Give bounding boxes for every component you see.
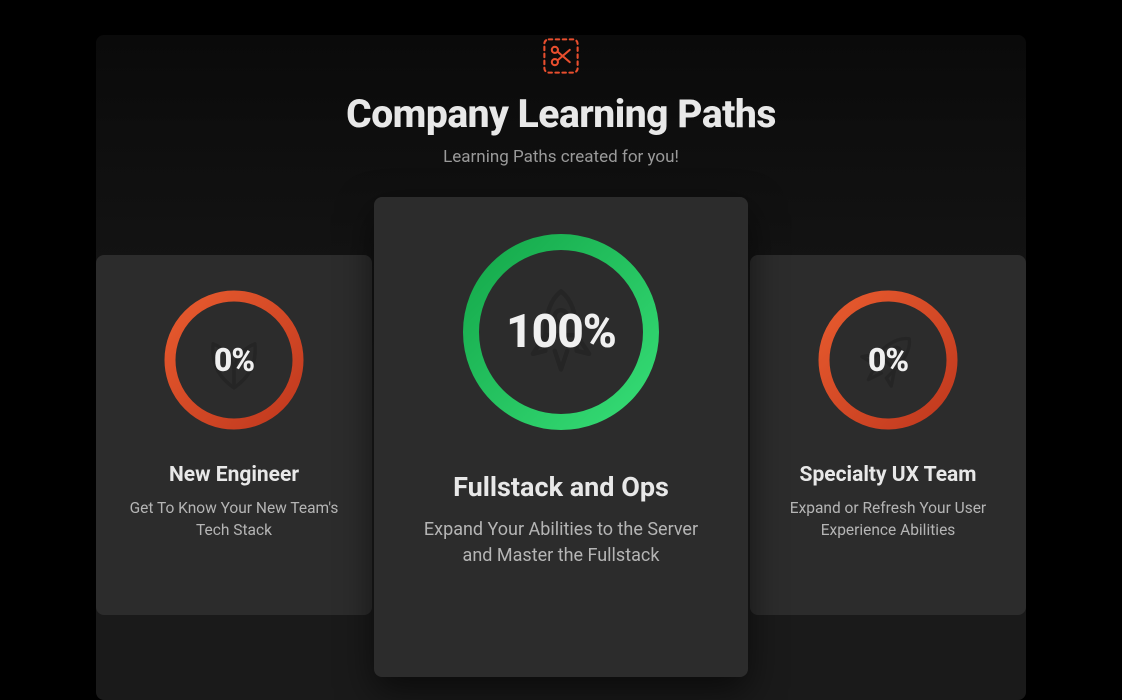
- path-card-description: Expand Your Abilities to the Server and …: [404, 517, 718, 569]
- path-card-title: Fullstack and Ops: [453, 471, 669, 503]
- scissors-path-icon: [540, 35, 582, 77]
- page-title: Company Learning Paths: [346, 91, 776, 137]
- progress-percent: 0%: [868, 341, 908, 379]
- progress-ring: 0%: [159, 285, 309, 435]
- path-card-title: New Engineer: [169, 463, 299, 487]
- progress-percent: 0%: [214, 341, 254, 379]
- path-card-ux-team[interactable]: 0% Specialty UX Team Expand or Refresh Y…: [750, 255, 1026, 615]
- path-card-description: Expand or Refresh Your User Experience A…: [770, 497, 1006, 542]
- path-card-title: Specialty UX Team: [800, 463, 977, 487]
- path-card-new-engineer[interactable]: 0% New Engineer Get To Know Your New Tea…: [96, 255, 372, 615]
- progress-percent: 100%: [506, 305, 616, 359]
- learning-paths-panel: Company Learning Paths Learning Paths cr…: [96, 35, 1026, 700]
- path-card-description: Get To Know Your New Team's Tech Stack: [116, 497, 352, 542]
- path-cards: 0% New Engineer Get To Know Your New Tea…: [96, 197, 1026, 677]
- page-subtitle: Learning Paths created for you!: [443, 147, 679, 167]
- header: Company Learning Paths Learning Paths cr…: [96, 35, 1026, 167]
- progress-ring: 100%: [456, 227, 666, 437]
- path-card-fullstack-ops[interactable]: 100% Fullstack and Ops Expand Your Abili…: [374, 197, 748, 677]
- progress-ring: 0%: [813, 285, 963, 435]
